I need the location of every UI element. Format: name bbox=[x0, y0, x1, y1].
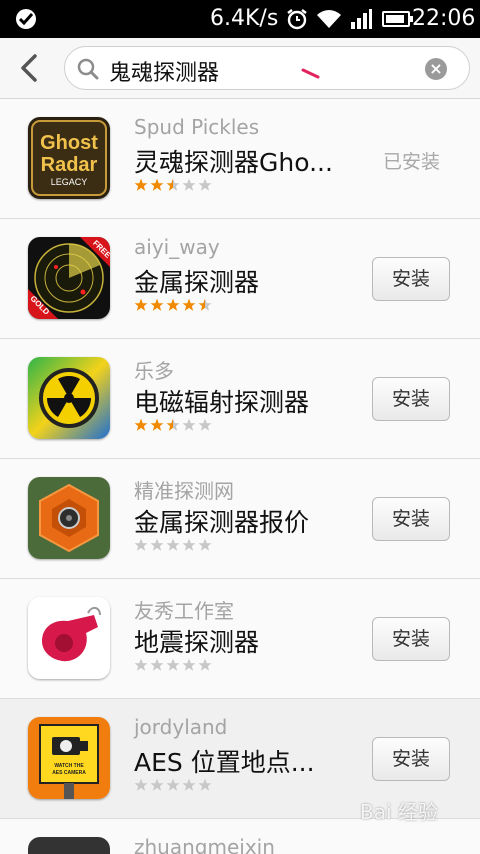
star-icon bbox=[166, 177, 180, 191]
star-icon bbox=[166, 297, 180, 311]
star-icon bbox=[134, 777, 148, 791]
developer-name: 精准探测网 bbox=[134, 479, 234, 503]
installed-label: 已安装 bbox=[382, 151, 440, 173]
star-icon bbox=[182, 537, 196, 551]
star-icon bbox=[198, 177, 212, 191]
signal-icon bbox=[350, 8, 372, 34]
developer-name: 友秀工作室 bbox=[134, 599, 234, 623]
star-icon bbox=[166, 777, 180, 791]
star-icon bbox=[182, 177, 196, 191]
star-icon bbox=[150, 657, 164, 671]
app-name[interactable]: 灵魂探测器Gho... bbox=[134, 143, 333, 179]
orange-hex-icon bbox=[28, 477, 110, 559]
developer-name: 乐多 bbox=[134, 359, 174, 383]
chevron-left-icon bbox=[21, 54, 37, 82]
camera-sign-icon: WATCH THE AES CAMERA bbox=[28, 717, 110, 799]
clear-search-button[interactable]: × bbox=[425, 58, 447, 80]
svg-text:LEGACY: LEGACY bbox=[51, 177, 88, 187]
app-name[interactable]: 金属探测器 bbox=[134, 263, 259, 299]
ghost-radar-icon: Ghost Radar LEGACY bbox=[28, 117, 110, 199]
star-icon bbox=[182, 297, 196, 311]
star-icon bbox=[134, 177, 148, 191]
result-row[interactable]: FREE GOLD aiyi_way 金属探测器 安装 bbox=[0, 219, 480, 339]
rating-stars bbox=[134, 777, 214, 796]
back-button[interactable] bbox=[10, 48, 50, 88]
star-icon bbox=[150, 777, 164, 791]
rating-stars bbox=[134, 177, 214, 196]
star-icon bbox=[134, 417, 148, 431]
star-icon bbox=[198, 777, 212, 791]
result-row[interactable]: 乐多 电磁辐射探测器 安装 bbox=[0, 339, 480, 459]
wifi-icon bbox=[316, 9, 342, 33]
star-icon bbox=[150, 537, 164, 551]
search-query[interactable]: 鬼魂探测器 bbox=[109, 55, 219, 87]
status-bar: 6.4K/s 22:06 bbox=[0, 0, 480, 38]
result-row[interactable]: 精准探测网 金属探测器报价 安装 bbox=[0, 459, 480, 579]
install-button[interactable]: 安装 bbox=[372, 377, 450, 421]
notification-check-icon bbox=[16, 9, 36, 29]
install-button[interactable]: 安装 bbox=[372, 257, 450, 301]
search-icon bbox=[77, 58, 99, 84]
star-icon bbox=[198, 417, 212, 431]
developer-name: jordyland bbox=[134, 715, 228, 739]
star-icon bbox=[134, 297, 148, 311]
app-name[interactable]: 金属探测器报价 bbox=[134, 503, 309, 539]
install-button[interactable]: 安装 bbox=[372, 497, 450, 541]
battery-icon bbox=[382, 11, 413, 27]
clock: 22:06 bbox=[412, 6, 476, 31]
star-icon bbox=[166, 417, 180, 431]
star-icon bbox=[182, 777, 196, 791]
install-button[interactable]: 安装 bbox=[372, 737, 450, 781]
app-name[interactable]: 地震探测器 bbox=[134, 623, 259, 659]
star-icon bbox=[166, 537, 180, 551]
star-icon bbox=[198, 297, 212, 311]
developer-name: zhuangmeixin bbox=[134, 835, 275, 854]
rating-stars bbox=[134, 417, 214, 436]
result-row[interactable]: 友秀工作室 地震探测器 安装 bbox=[0, 579, 480, 699]
star-icon bbox=[134, 537, 148, 551]
watermark: Bai 经验 bbox=[360, 800, 438, 824]
result-row[interactable]: Ghost Radar LEGACY Spud Pickles 灵魂探测器Gho… bbox=[0, 99, 480, 219]
developer-name: Spud Pickles bbox=[134, 115, 260, 139]
search-header: 鬼魂探测器 × bbox=[0, 38, 480, 99]
star-icon bbox=[150, 177, 164, 191]
app-name[interactable]: 电磁辐射探测器 bbox=[134, 383, 309, 419]
star-icon bbox=[182, 657, 196, 671]
alarm-icon bbox=[286, 8, 308, 34]
rating-stars bbox=[134, 657, 214, 676]
radiation-icon bbox=[28, 357, 110, 439]
pointer-mark-icon bbox=[301, 65, 321, 84]
svg-text:AES CAMERA: AES CAMERA bbox=[52, 770, 86, 776]
star-icon bbox=[150, 297, 164, 311]
svg-text:Ghost: Ghost bbox=[40, 132, 98, 154]
star-icon bbox=[150, 417, 164, 431]
rating-stars bbox=[134, 297, 214, 316]
install-button[interactable]: 安装 bbox=[372, 617, 450, 661]
rating-stars bbox=[134, 537, 214, 556]
star-icon bbox=[182, 417, 196, 431]
whistle-icon bbox=[28, 597, 110, 679]
result-list: Ghost Radar LEGACY Spud Pickles 灵魂探测器Gho… bbox=[0, 99, 480, 854]
star-icon bbox=[198, 657, 212, 671]
radar-gold-icon: FREE GOLD bbox=[28, 237, 110, 319]
network-speed: 6.4K/s bbox=[210, 6, 279, 31]
svg-text:WATCH THE: WATCH THE bbox=[54, 763, 84, 769]
star-icon bbox=[134, 657, 148, 671]
search-input[interactable]: 鬼魂探测器 × bbox=[64, 46, 470, 90]
app-name[interactable]: AES 位置地点... bbox=[134, 743, 315, 779]
star-icon bbox=[198, 537, 212, 551]
svg-text:Radar: Radar bbox=[41, 154, 98, 176]
developer-name: aiyi_way bbox=[134, 235, 220, 259]
app-icon bbox=[28, 837, 110, 854]
star-icon bbox=[166, 657, 180, 671]
